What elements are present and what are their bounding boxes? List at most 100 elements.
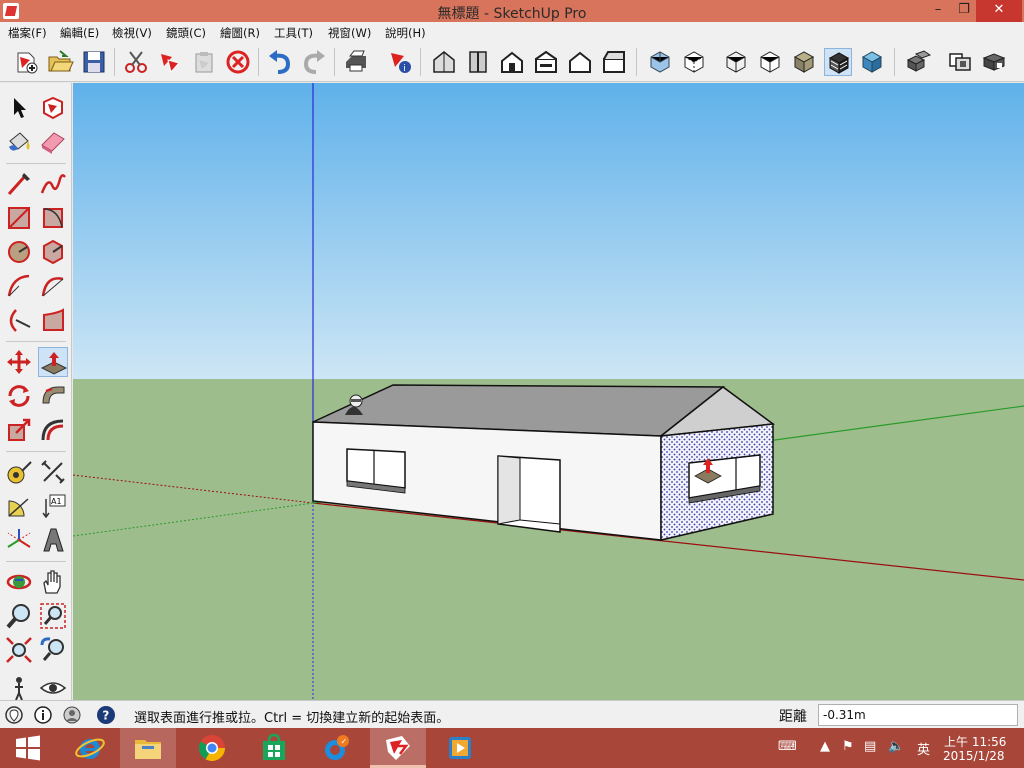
media-app-taskbar-icon[interactable] bbox=[432, 728, 488, 768]
hidden-line-icon[interactable] bbox=[756, 48, 784, 76]
clock-date[interactable]: 2015/1/28 bbox=[943, 749, 1005, 763]
credits-info-icon[interactable] bbox=[33, 705, 53, 725]
polygon-tool-icon[interactable] bbox=[38, 237, 68, 267]
redo-icon[interactable] bbox=[300, 48, 328, 76]
measurements-input[interactable]: -0.31m bbox=[818, 704, 1018, 726]
network-icon[interactable]: ▤ bbox=[864, 739, 876, 754]
circle-tool-icon[interactable] bbox=[4, 237, 34, 267]
cut-icon[interactable] bbox=[122, 48, 150, 76]
section-icon[interactable] bbox=[980, 48, 1008, 76]
store-taskbar-icon[interactable] bbox=[246, 728, 302, 768]
front-view-icon[interactable] bbox=[498, 48, 526, 76]
rotate-tool-icon[interactable] bbox=[4, 381, 34, 411]
eraser-tool-icon[interactable] bbox=[38, 127, 68, 157]
text-tool-icon[interactable]: A1 bbox=[38, 491, 68, 521]
clock-time[interactable]: 上午 11:56 bbox=[944, 733, 1006, 750]
freehand-tool-icon[interactable] bbox=[38, 169, 68, 199]
monochrome-icon[interactable] bbox=[858, 48, 886, 76]
menu-tools[interactable]: 工具(T) bbox=[274, 25, 313, 41]
menu-window[interactable]: 視窗(W) bbox=[328, 25, 371, 41]
select-tool-icon[interactable] bbox=[4, 93, 34, 123]
orbit-tool-icon[interactable] bbox=[4, 567, 34, 597]
copy-icon[interactable] bbox=[156, 48, 184, 76]
3d-text-tool-icon[interactable] bbox=[38, 525, 68, 555]
sketchup-taskbar-icon[interactable] bbox=[370, 728, 426, 768]
save-icon[interactable] bbox=[80, 48, 108, 76]
start-button[interactable] bbox=[0, 728, 56, 768]
arc-tool-icon[interactable] bbox=[4, 271, 34, 301]
geo-location-icon[interactable] bbox=[4, 705, 24, 725]
print-icon[interactable] bbox=[342, 48, 370, 76]
menu-help[interactable]: 說明(H) bbox=[385, 25, 426, 41]
rotated-rectangle-tool-icon[interactable] bbox=[38, 203, 68, 233]
status-bar: ? 選取表面進行推或拉。Ctrl = 切換建立新的起始表面。 距離 -0.31m bbox=[0, 700, 1024, 728]
rectangle-tool-icon[interactable] bbox=[4, 203, 34, 233]
user-account-icon[interactable] bbox=[62, 705, 82, 725]
menu-file[interactable]: 檔案(F) bbox=[8, 25, 47, 41]
shaded-textures-icon[interactable] bbox=[824, 48, 852, 76]
pie-tool-icon[interactable] bbox=[38, 305, 68, 335]
top-view-icon[interactable] bbox=[464, 48, 492, 76]
sky bbox=[73, 83, 1024, 379]
xray-icon[interactable] bbox=[646, 48, 674, 76]
keyboard-icon[interactable]: ⌨ bbox=[778, 739, 797, 754]
component-icon[interactable] bbox=[904, 48, 932, 76]
internet-explorer-taskbar-icon[interactable] bbox=[62, 728, 118, 768]
open-folder-icon[interactable] bbox=[46, 48, 74, 76]
protractor-tool-icon[interactable] bbox=[4, 491, 34, 521]
dimension-tool-icon[interactable] bbox=[38, 457, 68, 487]
svg-text:?: ? bbox=[102, 709, 109, 723]
svg-text:i: i bbox=[403, 64, 406, 74]
undo-icon[interactable] bbox=[266, 48, 294, 76]
line-tool-icon[interactable] bbox=[4, 169, 34, 199]
menu-draw[interactable]: 繪圖(R) bbox=[220, 25, 260, 41]
tape-measure-tool-icon[interactable] bbox=[4, 457, 34, 487]
model-viewport[interactable] bbox=[73, 83, 1024, 700]
axes-tool-icon[interactable] bbox=[4, 525, 34, 555]
two-point-arc-tool-icon[interactable] bbox=[38, 271, 68, 301]
minimize-button[interactable]: – bbox=[924, 0, 952, 22]
push-pull-tool-icon[interactable] bbox=[38, 347, 68, 377]
file-explorer-taskbar-icon[interactable] bbox=[120, 728, 176, 768]
previous-view-tool-icon[interactable] bbox=[38, 635, 68, 665]
scale-tool-icon[interactable] bbox=[4, 415, 34, 445]
show-hidden-icons-chevron[interactable]: ▲ bbox=[820, 739, 830, 754]
wireframe-icon[interactable] bbox=[722, 48, 750, 76]
left-view-icon[interactable] bbox=[600, 48, 628, 76]
volume-icon[interactable]: 🔈 bbox=[888, 739, 904, 754]
walk-tool-icon[interactable] bbox=[4, 673, 34, 703]
menu-camera[interactable]: 鏡頭(C) bbox=[166, 25, 206, 41]
action-center-flag-icon[interactable]: ⚑ bbox=[842, 739, 854, 754]
browser-app-taskbar-icon[interactable]: ✓ bbox=[308, 728, 364, 768]
svg-text:✓: ✓ bbox=[341, 737, 348, 746]
move-tool-icon[interactable] bbox=[4, 347, 34, 377]
erase-icon[interactable] bbox=[224, 48, 252, 76]
right-view-icon[interactable] bbox=[532, 48, 560, 76]
zoom-window-tool-icon[interactable] bbox=[38, 601, 68, 631]
paint-bucket-tool-icon[interactable] bbox=[4, 127, 34, 157]
new-file-icon[interactable] bbox=[12, 48, 40, 76]
shaded-icon[interactable] bbox=[790, 48, 818, 76]
follow-me-tool-icon[interactable] bbox=[38, 381, 68, 411]
back-view-icon[interactable] bbox=[566, 48, 594, 76]
menu-edit[interactable]: 編輯(E) bbox=[60, 25, 99, 41]
zoom-tool-icon[interactable] bbox=[4, 601, 34, 631]
offset-tool-icon[interactable] bbox=[38, 415, 68, 445]
maximize-button[interactable]: ❐ bbox=[950, 0, 978, 22]
iso-view-icon[interactable] bbox=[430, 48, 458, 76]
menu-view[interactable]: 檢視(V) bbox=[112, 25, 152, 41]
back-edges-icon[interactable] bbox=[680, 48, 708, 76]
status-hint: 選取表面進行推或拉。Ctrl = 切換建立新的起始表面。 bbox=[134, 711, 450, 726]
ime-indicator[interactable]: 英 bbox=[917, 739, 930, 758]
help-icon[interactable]: ? bbox=[96, 705, 116, 725]
model-info-icon[interactable]: i bbox=[386, 48, 414, 76]
chrome-taskbar-icon[interactable] bbox=[184, 728, 240, 768]
zoom-extents-tool-icon[interactable] bbox=[4, 635, 34, 665]
three-point-arc-tool-icon[interactable] bbox=[4, 305, 34, 335]
group-icon[interactable] bbox=[946, 48, 974, 76]
close-button[interactable]: ✕ bbox=[976, 0, 1022, 22]
pan-tool-icon[interactable] bbox=[38, 567, 68, 597]
make-component-tool-icon[interactable] bbox=[38, 93, 68, 123]
look-around-tool-icon[interactable] bbox=[38, 673, 68, 703]
paste-icon[interactable] bbox=[190, 48, 218, 76]
